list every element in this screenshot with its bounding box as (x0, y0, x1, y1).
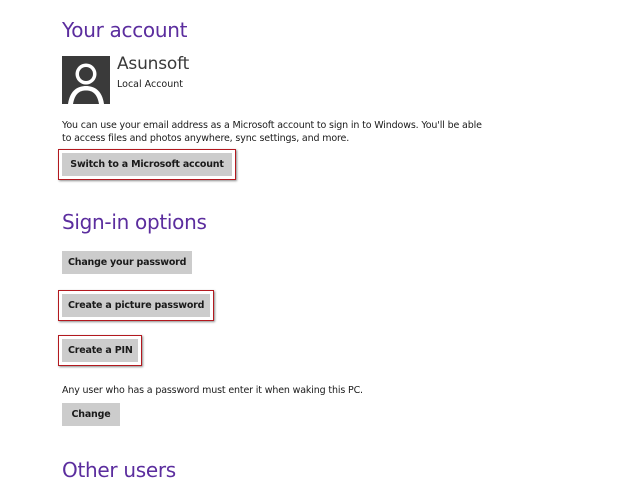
change-wake-password-button[interactable]: Change (62, 403, 120, 426)
user-avatar-icon (62, 56, 110, 104)
change-password-button[interactable]: Change your password (62, 251, 192, 274)
other-users-heading: Other users (62, 458, 176, 482)
microsoft-account-description-line-1: You can use your email address as a Micr… (62, 120, 482, 131)
switch-to-microsoft-account-button[interactable]: Switch to a Microsoft account (62, 153, 232, 176)
password-on-wake-description: Any user who has a password must enter i… (62, 385, 363, 396)
create-picture-password-button[interactable]: Create a picture password (62, 294, 210, 317)
sign-in-options-heading: Sign-in options (62, 210, 207, 234)
microsoft-account-description-line-2: to access files and photos anywhere, syn… (62, 133, 350, 144)
your-account-heading: Your account (62, 18, 188, 42)
account-name: Asunsoft (117, 54, 190, 74)
account-type: Local Account (117, 79, 183, 90)
create-pin-button[interactable]: Create a PIN (62, 339, 138, 362)
